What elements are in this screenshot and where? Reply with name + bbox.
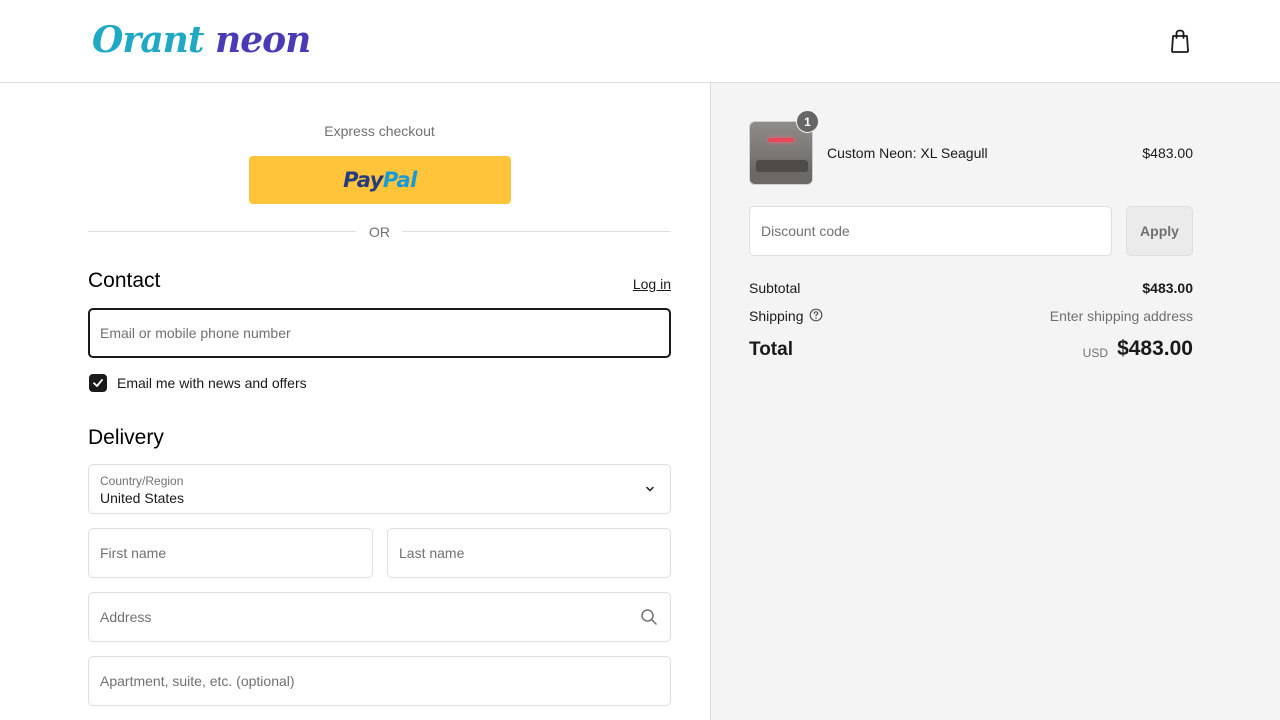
apartment-placeholder: Apartment, suite, etc. (optional) [100,673,295,689]
last-name-field[interactable]: Last name [387,528,671,578]
thumbnail-sofa [756,160,808,172]
first-name-field[interactable]: First name [88,528,373,578]
or-label: OR [369,224,390,240]
thumbnail-floor [750,172,812,184]
product-price: $483.00 [1142,145,1193,161]
email-placeholder: Email or mobile phone number [100,325,291,341]
shipping-value: Enter shipping address [1049,308,1193,324]
header: Orant neon [0,0,1280,83]
logo-word-1: Orant [92,19,204,61]
or-divider: OR [88,222,671,242]
last-name-placeholder: Last name [399,545,465,561]
total-value: $483.00 [1117,337,1193,360]
subtotal-value: $483.00 [1142,280,1193,296]
first-name-placeholder: First name [100,545,167,561]
paypal-button[interactable]: Pay Pal [249,156,511,204]
newsletter-checkbox[interactable] [89,374,107,392]
discount-code-field[interactable]: Discount code [749,206,1112,256]
apartment-field[interactable]: Apartment, suite, etc. (optional) [88,656,671,706]
login-link[interactable]: Log in [620,276,671,292]
product-name: Custom Neon: XL Seagull [827,145,988,161]
total-currency: USD [1082,346,1108,360]
checkout-form-panel: Express checkout Pay Pal OR Contact Log i… [0,83,710,720]
cart-button[interactable] [1168,28,1192,54]
chevron-down-icon [646,486,654,492]
store-logo[interactable]: Orant neon [92,18,311,62]
country-label: Country/Region [100,474,184,488]
newsletter-label: Email me with news and offers [117,375,307,391]
address-field[interactable]: Address [88,592,671,642]
logo-word-2: neon [215,19,311,61]
delivery-heading: Delivery [88,426,164,449]
total-label: Total [749,339,793,360]
shopping-bag-icon [1171,29,1189,53]
country-value: United States [100,490,185,506]
help-circle-icon[interactable] [809,308,823,322]
apply-discount-button[interactable]: Apply [1126,206,1193,256]
discount-placeholder: Discount code [761,223,850,239]
country-select[interactable]: Country/Region United States [88,464,671,514]
paypal-logo-pal: Pal [382,168,417,192]
quantity-badge: 1 [796,110,819,133]
order-summary-panel: 1 Custom Neon: XL Seagull $483.00 Discou… [710,83,1280,720]
shipping-label: Shipping [749,308,804,324]
subtotal-label: Subtotal [749,280,801,296]
paypal-logo-pay: Pay [343,168,383,192]
email-field[interactable]: Email or mobile phone number [88,308,671,358]
search-icon [641,609,657,625]
contact-heading: Contact [88,269,161,292]
express-checkout-label: Express checkout [324,123,435,139]
thumbnail-neon-sign [768,138,794,142]
address-placeholder: Address [100,609,152,625]
checkmark-icon [93,379,103,387]
